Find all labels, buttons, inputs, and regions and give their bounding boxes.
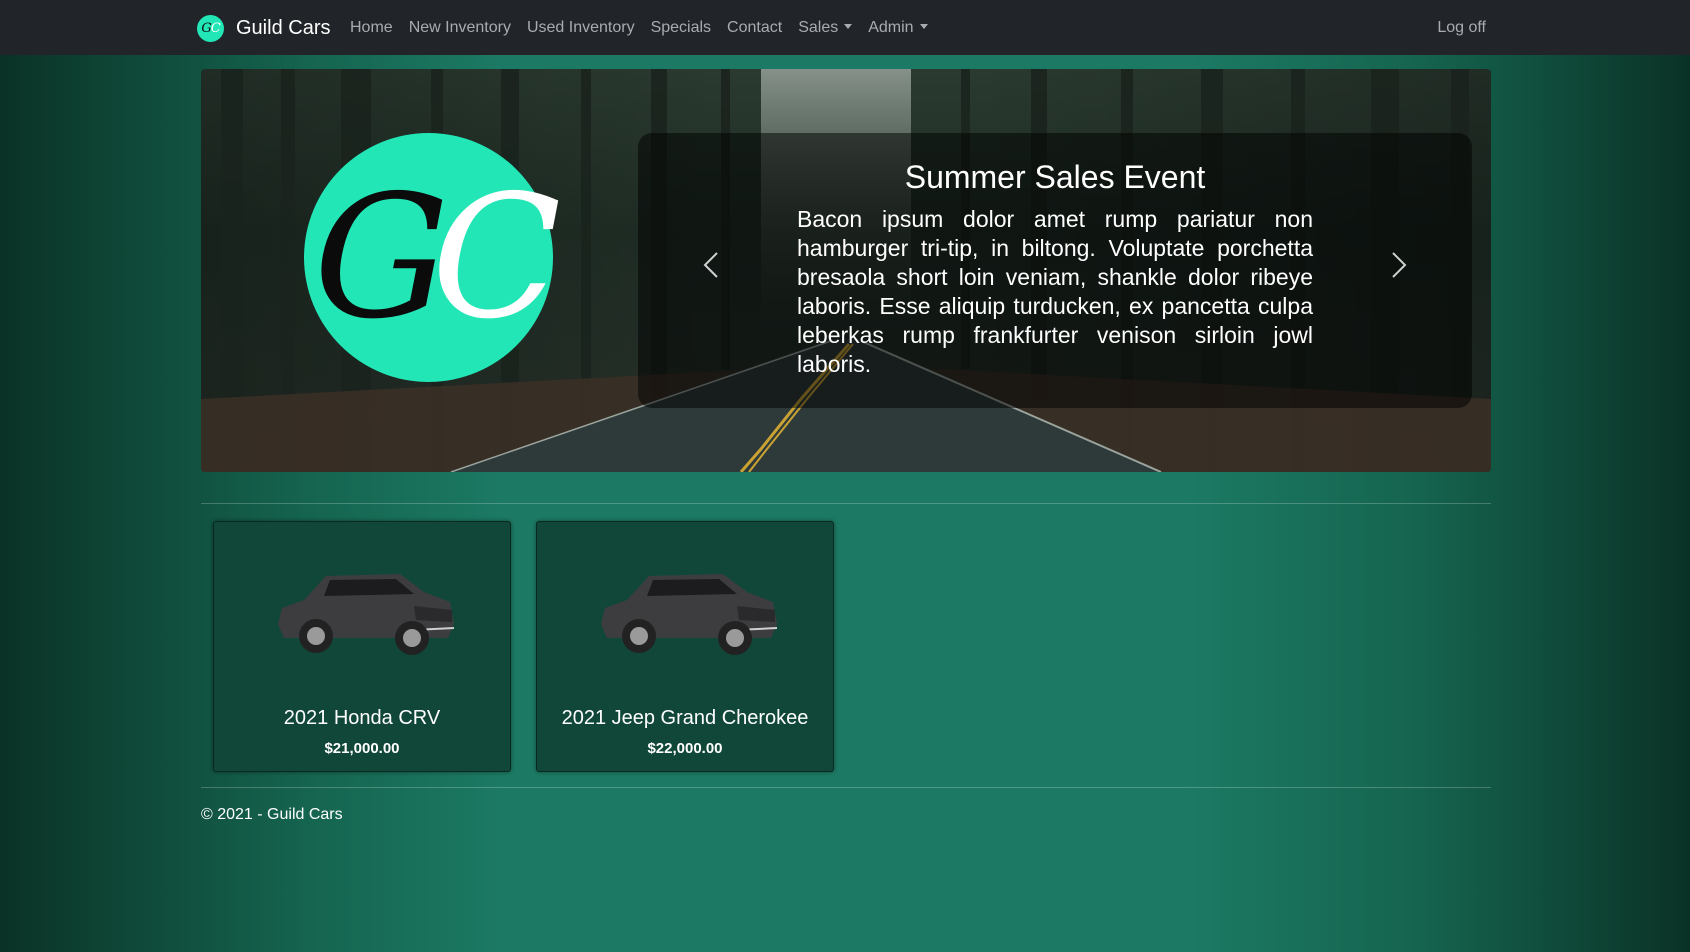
brand-logo-c: C: [210, 20, 221, 36]
footer-copyright: © 2021 - Guild Cars: [201, 806, 343, 823]
vehicle-price: $21,000.00: [324, 740, 400, 757]
hero-carousel: GC Summer Sales Event Bacon ipsum dolor …: [201, 69, 1491, 472]
nav-dropdown-sales-label: Sales: [798, 18, 839, 36]
footer-divider: [201, 787, 1491, 788]
caret-down-icon: [844, 23, 853, 29]
suv-image: [601, 574, 778, 655]
brand-logo-g: G: [201, 20, 211, 36]
hero-logo-g: G: [313, 158, 450, 357]
vehicle-title: 2021 Honda CRV: [283, 707, 441, 729]
logoff-link[interactable]: Log off: [1437, 0, 1486, 55]
section-divider: [201, 503, 1491, 504]
nav-dropdown-admin-label: Admin: [868, 18, 914, 36]
vehicle-card[interactable]: 2021 Jeep Grand Cherokee $22,000.00: [536, 521, 834, 772]
carousel-caption: Summer Sales Event Bacon ipsum dolor ame…: [638, 133, 1472, 408]
caption-title: Summer Sales Event: [904, 159, 1206, 195]
nav-link-new-inventory[interactable]: New Inventory: [409, 19, 511, 37]
nav-link-contact[interactable]: Contact: [727, 19, 782, 37]
nav-dropdown-sales[interactable]: Sales: [798, 18, 853, 37]
nav-links: Home New Inventory Used Inventory Specia…: [350, 0, 944, 55]
nav-link-specials[interactable]: Specials: [651, 19, 711, 37]
top-navbar: GC Guild Cars Home New Inventory Used In…: [0, 0, 1690, 55]
suv-image: [278, 574, 455, 655]
brand-logo: GC: [197, 14, 224, 42]
caption-text: Bacon ipsum dolor amet rump pariatur non…: [797, 206, 1313, 377]
carousel-prev-button[interactable]: [699, 249, 723, 281]
vehicle-title: 2021 Jeep Grand Cherokee: [561, 707, 809, 729]
nav-dropdown-admin[interactable]: Admin: [868, 18, 928, 37]
chevron-right-icon: [1392, 252, 1407, 278]
nav-link-home[interactable]: Home: [350, 19, 393, 37]
vehicle-price: $22,000.00: [647, 740, 723, 757]
chevron-left-icon: [703, 252, 718, 278]
nav-link-used-inventory[interactable]: Used Inventory: [527, 19, 635, 37]
carousel-next-button[interactable]: [1387, 249, 1411, 281]
caret-down-icon: [919, 23, 928, 29]
brand-link[interactable]: GC Guild Cars: [197, 13, 330, 43]
vehicle-card[interactable]: 2021 Honda CRV $21,000.00: [213, 521, 511, 772]
hero-logo-c: C: [431, 158, 561, 357]
hero-logo: GC: [304, 133, 561, 382]
brand-name: Guild Cars: [236, 16, 331, 39]
